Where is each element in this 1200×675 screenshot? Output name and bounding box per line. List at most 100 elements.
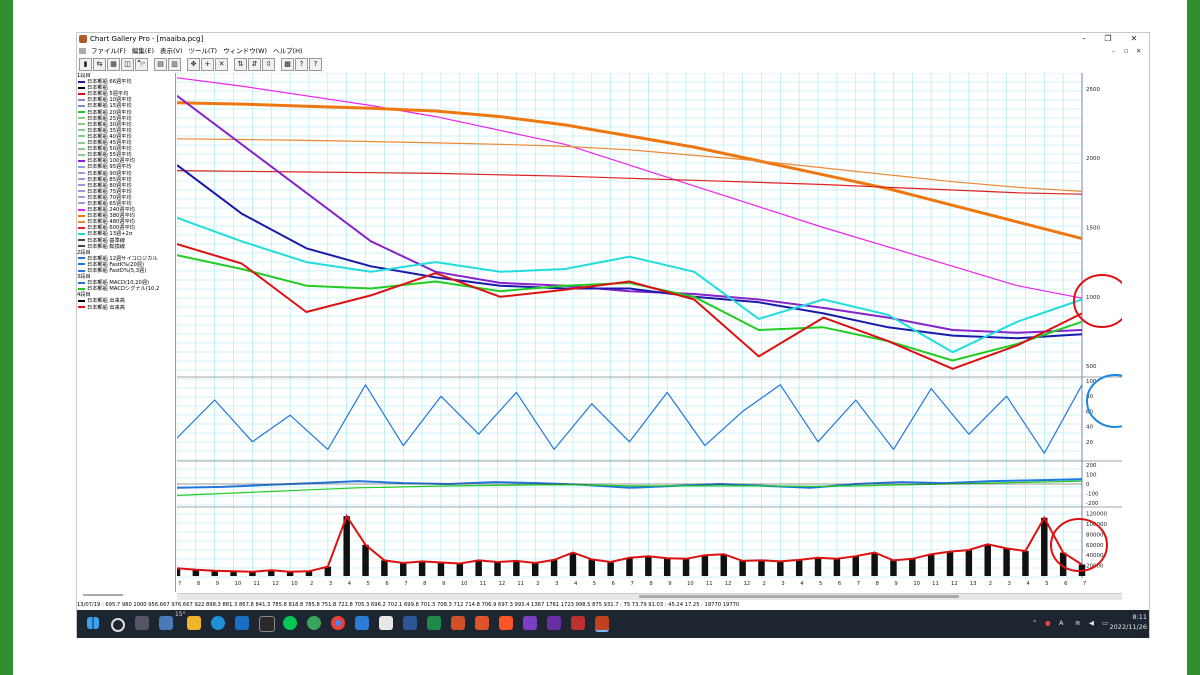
purple-app-icon[interactable] <box>523 616 537 630</box>
volume-tick-label: 60000 <box>1086 543 1104 549</box>
toolbar-button-13[interactable]: ⇳ <box>262 58 275 71</box>
app-window: Chart Gallery Pro - [maaiba.pcg] – ❐ ✕ フ… <box>76 32 1150 638</box>
red-app-icon[interactable] <box>571 616 585 630</box>
volume-bar <box>795 559 803 576</box>
minimize-button[interactable]: – <box>1077 33 1091 45</box>
volume-bar <box>909 558 916 576</box>
binoculars-icon[interactable]: 🔭 <box>135 58 148 71</box>
legend-scrollbar[interactable] <box>83 594 123 596</box>
ime-indicator[interactable]: A <box>1059 619 1063 628</box>
mail-icon[interactable] <box>235 616 249 630</box>
chart-area[interactable]: 2500200015001000500100806040202001000-10… <box>177 73 1122 592</box>
x-icon[interactable]: ✕ <box>215 58 228 71</box>
legend-swatch <box>78 232 85 235</box>
store-icon[interactable] <box>259 616 275 632</box>
menu-tools[interactable]: ツール(T) <box>189 46 218 56</box>
mdi-restore-button[interactable]: ▫ <box>1124 46 1128 56</box>
legend-swatch <box>78 190 85 193</box>
x-tick-label: 11 <box>706 581 713 587</box>
brave-icon[interactable] <box>499 616 513 630</box>
legend-swatch <box>78 117 85 120</box>
tray-antivirus-icon[interactable]: ● <box>1045 619 1051 628</box>
legend-swatch <box>78 80 85 83</box>
legend-label: 日本郵船 25週平均 <box>87 115 132 122</box>
toolbar-button-8[interactable]: ✥ <box>187 58 200 71</box>
legend-panel: 1段目 日本郵船 66週平均 日本郵船 日本郵船 5週平均 日本郵船 10週平均 日本郵船… <box>77 73 176 592</box>
x-tick-label: 2 <box>310 581 313 587</box>
help-icon[interactable]: ? <box>295 58 308 71</box>
legend-swatch <box>78 287 85 290</box>
weather-icon[interactable] <box>159 616 173 630</box>
chart-gallery-taskbar-icon[interactable] <box>595 616 609 632</box>
toolbar-button-11[interactable]: ⇅ <box>234 58 247 71</box>
toolbar-button-3[interactable]: ▦ <box>107 58 120 71</box>
windows-start-icon[interactable] <box>87 617 99 629</box>
save-icon[interactable]: ▥ <box>168 58 181 71</box>
legend-label: 日本郵船 転換線 <box>87 243 125 250</box>
scrollbar-thumb[interactable] <box>639 595 959 598</box>
mdi-close-button[interactable]: ✕ <box>1136 46 1141 56</box>
volume-bar <box>569 552 577 576</box>
toolbar-button-4[interactable]: ◫ <box>121 58 134 71</box>
x-tick-label: 3 <box>781 581 784 587</box>
menu-view[interactable]: 表示(V) <box>160 46 183 56</box>
violet-app-icon[interactable] <box>547 616 561 630</box>
x-tick-label: 4 <box>574 581 578 587</box>
volume-bar <box>777 561 784 576</box>
wifi-icon[interactable]: ≋ <box>1075 619 1080 628</box>
tray-chevron-icon[interactable]: ⌃ <box>1032 619 1037 628</box>
legend-label: 日本郵船 35週平均 <box>87 127 132 134</box>
spreadsheet-icon[interactable] <box>427 616 441 630</box>
horizontal-scrollbar[interactable] <box>177 593 1122 600</box>
volume-icon[interactable]: ◀ <box>1089 619 1094 628</box>
context-help-icon[interactable]: ? <box>309 58 322 71</box>
x-tick-label: 2 <box>762 581 765 587</box>
pdf-icon[interactable] <box>475 616 489 630</box>
menu-help[interactable]: ヘルプ(H) <box>273 46 302 56</box>
toolbar-button-2[interactable]: ⇆ <box>93 58 106 71</box>
print-icon[interactable]: ▩ <box>281 58 294 71</box>
legend-swatch <box>78 123 85 126</box>
legend-label: 日本郵船 80週平均 <box>87 182 132 189</box>
volume-bar <box>965 550 973 576</box>
volume-bar <box>1041 517 1048 576</box>
menu-file[interactable]: ファイル(F) <box>91 46 126 56</box>
legend-swatch <box>78 208 85 211</box>
search-icon[interactable] <box>111 618 125 632</box>
mdi-minimize-button[interactable]: – <box>1112 46 1115 56</box>
chrome-icon[interactable] <box>331 616 345 630</box>
x-tick-label: 6 <box>838 581 841 587</box>
volume-bar <box>550 559 558 576</box>
x-tick-label: 10 <box>291 581 298 587</box>
menu-edit[interactable]: 編集(E) <box>132 46 154 56</box>
presentation-icon[interactable] <box>451 616 465 630</box>
volume-bar <box>984 544 991 576</box>
x-tick-label: 4 <box>800 581 804 587</box>
volume-bar <box>927 554 935 576</box>
clock-time[interactable]: 8:11 <box>1107 613 1147 622</box>
legend-item[interactable]: 日本郵船 出来高 <box>77 305 175 311</box>
task-view-icon[interactable] <box>135 616 149 630</box>
open-folder-icon[interactable]: ▤ <box>154 58 167 71</box>
x-tick-label: 5 <box>367 581 370 587</box>
legend-label: 日本郵船 FastD%(5,3週) <box>87 268 147 274</box>
notes-icon[interactable] <box>355 616 369 630</box>
plus-icon[interactable]: + <box>201 58 214 71</box>
line-icon[interactable] <box>283 616 297 630</box>
volume-bar <box>494 561 501 576</box>
word-icon[interactable] <box>403 616 417 630</box>
price-tick-label: 1000 <box>1086 295 1100 301</box>
toolbar-button-12[interactable]: ⇵ <box>248 58 261 71</box>
blank-app-icon[interactable] <box>379 616 393 630</box>
file-explorer-icon[interactable] <box>187 616 201 630</box>
globe-icon[interactable] <box>307 616 321 630</box>
x-tick-label: 6 <box>612 581 615 587</box>
volume-bar <box>418 561 426 576</box>
menu-window[interactable]: ウィンドウ(W) <box>223 46 267 56</box>
clock-date[interactable]: 2022/11/26 <box>1097 623 1147 632</box>
edge-icon[interactable] <box>211 616 225 630</box>
toolbar-button-1[interactable]: ▮ <box>79 58 92 71</box>
document-icon[interactable] <box>79 48 86 54</box>
maximize-button[interactable]: ❐ <box>1101 33 1115 45</box>
close-button[interactable]: ✕ <box>1127 33 1141 45</box>
